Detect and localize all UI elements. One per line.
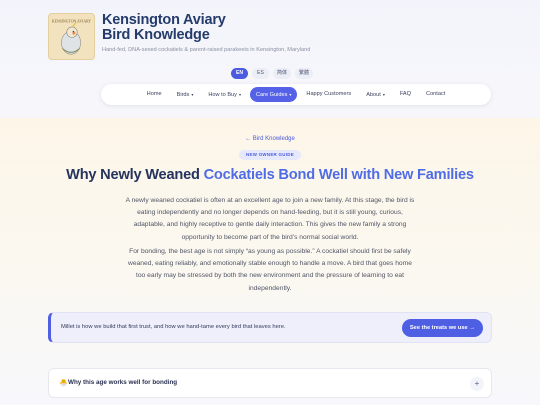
nav-birds-label: Birds [176,92,190,98]
nav-contact[interactable]: Contact [420,87,451,102]
category-badge: NEW OWNER GUIDE [239,150,301,160]
chevron-down-icon: ▾ [238,92,241,97]
nav-about-label: About [366,92,381,98]
site-title[interactable]: Kensington Aviary Bird Knowledge [102,13,226,43]
nav-happy-customers-label: Happy Customers [306,91,352,97]
page-title-main: Why Newly Weaned [66,167,204,183]
nav-how-to-buy-label: How to Buy [208,92,237,98]
see-treats-button[interactable]: See the treats we use → [401,319,483,337]
site-title-line2: Bird Knowledge [102,27,210,43]
accordion-title: Why this age works well for bonding [68,379,178,386]
nav-contact-label: Contact [426,91,446,97]
lang-en[interactable]: EN [231,68,248,79]
nav-faq-label: FAQ [399,91,412,97]
page-title: Why Newly Weaned Cockatiels Bond Well wi… [0,167,540,183]
main-nav: Home Birds ▾ How to Buy ▾ Care Guides ▾ Hap… [101,84,491,105]
site-tagline: Hand-fed, DNA-sexed cockatiels & parent-… [102,47,311,53]
nav-care-guides-label: Care Guides [255,92,288,98]
language-switcher: EN ES 简体 繁體 [231,68,314,79]
nav-care-guides[interactable]: Care Guides ▾ [249,87,298,102]
nav-about[interactable]: About ▾ [360,87,391,102]
chevron-down-icon: ▾ [382,92,385,97]
lang-zh-simplified[interactable]: 简体 [273,68,292,79]
nav-how-to-buy[interactable]: How to Buy ▾ [202,87,247,102]
cockatiel-logo-icon: KENSINGTON AVIARY [52,20,92,55]
nav-happy-customers[interactable]: Happy Customers [300,87,357,102]
accordion-item[interactable]: 🐣 Why this age works well for bonding + [48,368,492,398]
page-title-accent: Cockatiels Bond Well with New Families [203,167,474,183]
hatching-chick-icon: 🐣 [59,380,68,387]
nav-birds[interactable]: Birds ▾ [171,87,200,102]
logo[interactable]: KENSINGTON AVIARY [48,13,95,60]
bonding-paragraph: For bonding, the best age is not simply … [128,248,412,292]
expand-plus-icon[interactable]: + [470,377,484,391]
treats-callout: Millet is how we build that first trust,… [48,312,492,343]
logo-text: KENSINGTON AVIARY [52,20,92,24]
chevron-down-icon: ▾ [191,92,194,97]
nav-home[interactable]: Home [141,87,168,102]
breadcrumb-back-link[interactable]: ← Bird Knowledge [0,136,540,142]
chevron-down-icon: ▾ [289,92,292,97]
callout-text: Millet is how we build that first trust,… [61,324,286,330]
intro-paragraph: A newly weaned cockatiel is often at an … [125,197,415,241]
nav-faq[interactable]: FAQ [394,87,417,102]
lang-es[interactable]: ES [252,68,269,79]
nav-home-label: Home [146,91,162,97]
site-title-line1: Kensington Aviary [102,12,226,28]
lang-zh-traditional[interactable]: 繁體 [295,68,314,79]
